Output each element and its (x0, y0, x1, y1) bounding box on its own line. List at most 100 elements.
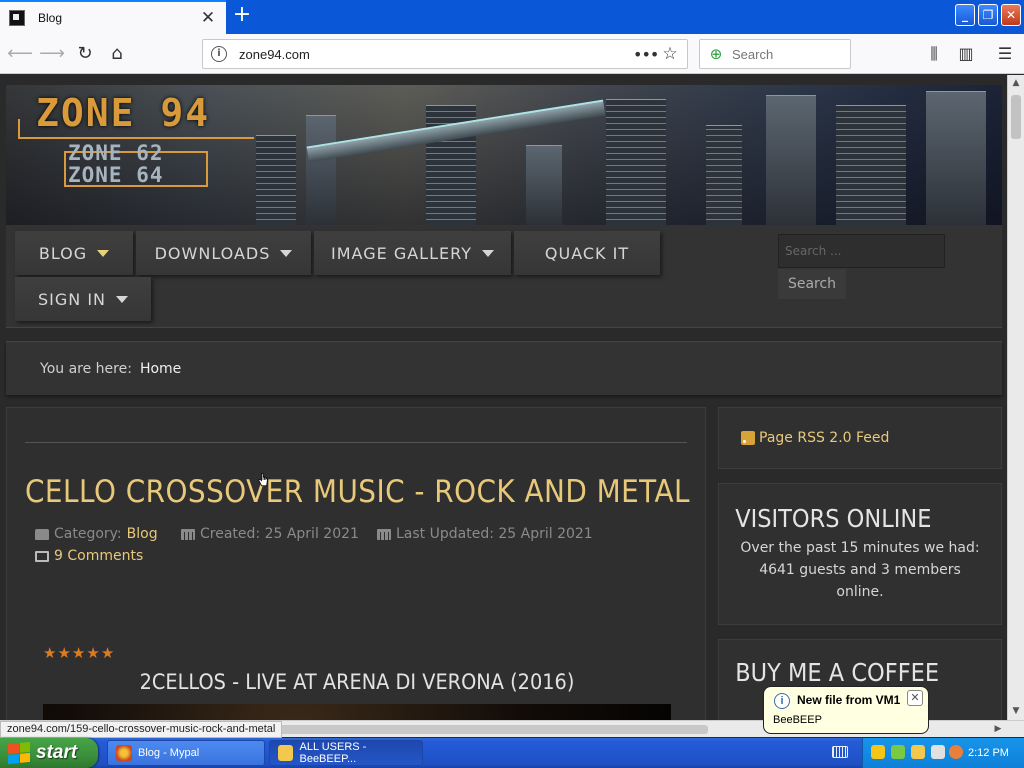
close-icon[interactable]: ✕ (907, 690, 923, 706)
notification-balloon[interactable]: i New file from VM1 ✕ BeeBEEP (763, 686, 929, 734)
windows-logo-icon (8, 741, 30, 765)
article-category: Category: Blog (35, 526, 158, 542)
breadcrumb-home-link[interactable]: Home (140, 361, 181, 377)
info-icon: i (774, 693, 790, 709)
comments-link[interactable]: 9 Comments (54, 548, 143, 564)
maximize-window-button[interactable]: ❐ (978, 4, 998, 26)
chevron-down-icon (481, 249, 494, 257)
library-icon[interactable]: ⫼ (920, 40, 948, 68)
site-info-icon[interactable]: i (211, 46, 227, 62)
beebeep-tray-icon[interactable] (911, 745, 925, 759)
url-text[interactable]: zone94.com (239, 47, 633, 62)
search-icon[interactable] (949, 745, 963, 759)
network-icon[interactable] (891, 745, 905, 759)
menu-item-sign-in[interactable]: SIGN IN (15, 277, 151, 321)
buy-me-coffee-title: BUY ME A COFFEE (735, 658, 940, 687)
calendar-icon (377, 528, 391, 540)
forward-arrow-icon[interactable]: ⟶ (38, 40, 66, 68)
start-label: start (36, 742, 78, 763)
star-icon[interactable]: ★ (43, 644, 57, 662)
visitors-online-title: VISITORS ONLINE (735, 504, 932, 533)
video-player[interactable] (43, 704, 671, 720)
notification-title: New file from VM1 (797, 693, 901, 707)
taskbar-clock[interactable]: 2:12 PM (968, 738, 1009, 768)
banner-building (256, 135, 296, 225)
taskbar-item-blog-mypal[interactable]: Blog - Mypal (107, 740, 265, 766)
video-title: 2CELLOS - LIVE AT ARENA DI VERONA (2016) (139, 670, 575, 694)
visitors-online-box: VISITORS ONLINE Over the past 15 minutes… (718, 483, 1002, 625)
menu-item-label: DOWNLOADS (154, 243, 271, 263)
close-window-button[interactable]: ✕ (1001, 4, 1021, 26)
tab-bar: Blog ✕ + _ ❐ ✕ (0, 0, 1024, 34)
vertical-scrollbar[interactable]: ▲ ▼ (1007, 75, 1024, 720)
reload-icon[interactable]: ↻ (71, 40, 99, 68)
star-icon[interactable]: ★ (57, 644, 71, 662)
scroll-right-arrow-icon[interactable]: ▶ (990, 721, 1006, 737)
star-icon[interactable]: ★ (101, 644, 115, 662)
site-search-button[interactable]: Search (778, 269, 846, 299)
browser-search-input[interactable] (732, 46, 842, 62)
site-logo[interactable]: ZONE 94 ZONE 62 ZONE 64 (18, 91, 254, 187)
chevron-down-icon (280, 249, 293, 257)
banner-building (836, 105, 906, 225)
banner-building (306, 115, 336, 225)
keyboard-layout-icon[interactable] (832, 746, 848, 758)
logo-title: ZONE 94 (36, 91, 211, 135)
taskbar-item-beebeep[interactable]: ALL USERS - BeeBEEP... (269, 740, 423, 766)
article-column: CELLO CROSSOVER MUSIC - ROCK AND METAL C… (6, 407, 706, 720)
main-menu: BLOG DOWNLOADS IMAGE GALLERY QUACK IT SI… (6, 225, 1002, 328)
breadcrumb-label: You are here: (40, 360, 132, 377)
browser-search-bar[interactable]: ⊕ (699, 39, 851, 69)
site-favicon-icon (9, 10, 25, 26)
horizontal-scroll-thumb[interactable] (278, 725, 708, 734)
article-created: Created: 25 April 2021 (181, 526, 359, 542)
sidebar-toggle-icon[interactable]: ▥ (952, 40, 980, 68)
screen: Blog ✕ + _ ❐ ✕ ⟵ ⟶ ↻ ⌂ i zone94.com ••• … (0, 0, 1024, 768)
menu-item-image-gallery[interactable]: IMAGE GALLERY (314, 231, 511, 275)
minimize-window-button[interactable]: _ (955, 4, 975, 26)
star-icon[interactable]: ★ (86, 644, 100, 662)
hamburger-menu-icon[interactable]: ☰ (991, 40, 1019, 68)
star-icon[interactable]: ★ (72, 644, 86, 662)
menu-item-label: QUACK IT (544, 243, 630, 263)
banner-building (766, 95, 816, 225)
article-updated: Last Updated: 25 April 2021 (377, 526, 593, 542)
close-tab-icon[interactable]: ✕ (198, 8, 218, 28)
category-link[interactable]: Blog (127, 526, 158, 542)
rating-stars[interactable]: ★★★★★ (43, 644, 115, 662)
menu-item-label: SIGN IN (37, 289, 106, 309)
home-icon[interactable]: ⌂ (103, 40, 131, 68)
banner-building (606, 99, 666, 225)
mypal-browser-icon (116, 745, 132, 761)
menu-item-downloads[interactable]: DOWNLOADS (136, 231, 311, 275)
menu-item-quack-it[interactable]: QUACK IT (514, 231, 660, 275)
start-button[interactable]: start (0, 738, 98, 768)
hand-cursor-icon (258, 473, 268, 487)
bookmark-star-icon[interactable]: ☆ (657, 44, 683, 64)
vertical-scroll-thumb[interactable] (1011, 95, 1021, 139)
scroll-down-arrow-icon[interactable]: ▼ (1008, 703, 1024, 719)
visitors-online-text: Over the past 15 minutes we had: 4641 gu… (740, 540, 980, 600)
page-actions-dots-icon[interactable]: ••• (633, 45, 659, 64)
security-shield-icon[interactable] (871, 745, 885, 759)
url-bar[interactable]: i zone94.com ••• ☆ (202, 39, 688, 69)
article-title[interactable]: CELLO CROSSOVER MUSIC - ROCK AND METAL (25, 474, 690, 510)
menu-item-blog[interactable]: BLOG (15, 231, 133, 275)
beebeep-icon (278, 745, 294, 761)
site-search-input[interactable] (778, 234, 945, 268)
article-comments: 9 Comments (35, 548, 143, 564)
browser-tab-blog[interactable]: Blog ✕ (0, 0, 226, 34)
volume-icon[interactable] (931, 745, 945, 759)
rss-feed-link[interactable]: Page RSS 2.0 Feed (759, 430, 889, 446)
back-arrow-icon[interactable]: ⟵ (6, 40, 34, 68)
taskbar-item-label: ALL USERS - BeeBEEP... (299, 741, 367, 765)
taskbar: start Blog - Mypal ALL USERS - BeeBEEP..… (0, 738, 1024, 768)
new-tab-plus-icon[interactable]: + (230, 4, 254, 28)
menu-item-label: IMAGE GALLERY (331, 243, 472, 263)
banner-building (926, 91, 986, 225)
menu-item-label: BLOG (38, 243, 88, 263)
folder-icon (35, 528, 49, 540)
logo-subtitle: ZONE 62 (68, 141, 164, 165)
scroll-up-arrow-icon[interactable]: ▲ (1008, 75, 1024, 91)
page-viewport: ZONE 94 ZONE 62 ZONE 64 BLOG DOWNLOADS I… (0, 75, 1007, 720)
